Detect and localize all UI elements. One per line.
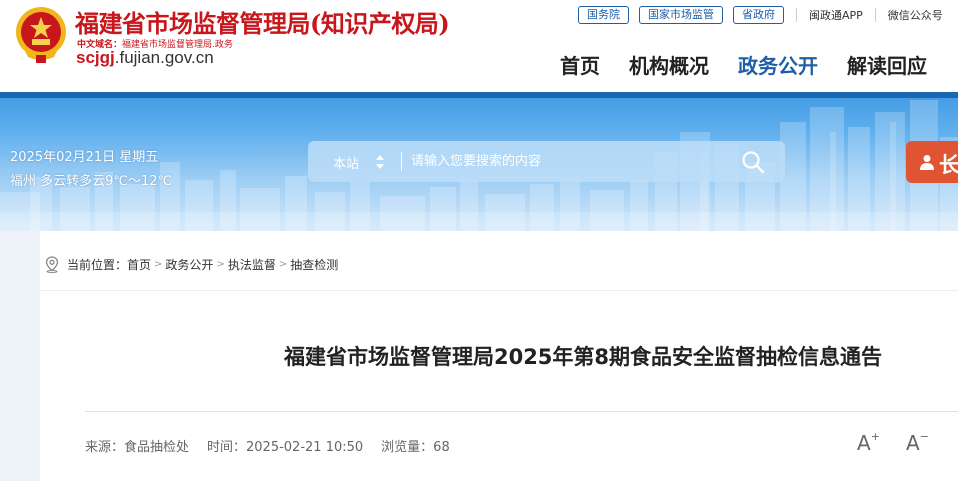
breadcrumb-item-home[interactable]: 首页: [127, 256, 151, 273]
site-url-rest: .fujian.gov.cn: [114, 48, 214, 67]
breadcrumb-separator-icon: >: [216, 258, 225, 270]
breadcrumb-item-law-enforcement[interactable]: 执法监督: [228, 256, 276, 273]
search-scope-select[interactable]: 本站: [333, 153, 359, 172]
site-url[interactable]: scjgj.fujian.gov.cn: [76, 48, 214, 68]
top-link-divider: [874, 8, 876, 22]
breadcrumb-separator-icon: >: [154, 258, 163, 270]
elder-service-button[interactable]: 长: [906, 141, 958, 183]
current-date: 2025年02月21日 星期五: [10, 150, 159, 165]
breadcrumb: 当前位置： 首页 > 政务公开 > 执法监督 > 抽查检测: [44, 254, 338, 274]
site-title[interactable]: 福建省市场监督管理局(知识产权局): [75, 4, 450, 39]
top-links: 国务院 国家市场监管 省政府 闽政通APP 微信公众号: [578, 5, 943, 25]
site-url-prefix: scjgj: [76, 48, 115, 67]
main-nav: 首页 机构概况 政务公开 解读回应: [560, 50, 956, 79]
breadcrumb-item-government-affairs[interactable]: 政务公开: [165, 256, 213, 273]
nav-item-government-affairs[interactable]: 政务公开: [738, 50, 818, 79]
breadcrumb-prefix: 当前位置：: [67, 257, 128, 272]
font-increase-button[interactable]: A+: [857, 430, 880, 455]
article-views: 浏览量：68: [381, 440, 450, 455]
font-decrease-label: A: [906, 431, 920, 455]
banner: 2025年02月21日 星期五 福州 多云转多云9℃～12℃ 本站 长: [0, 92, 958, 231]
minus-icon: −: [919, 430, 929, 444]
user-icon: [920, 155, 934, 170]
top-link-wechat[interactable]: 微信公众号: [888, 7, 943, 23]
breadcrumb-divider: [40, 290, 958, 291]
top-link-province[interactable]: 省政府: [733, 6, 784, 24]
font-decrease-button[interactable]: A−: [906, 430, 929, 455]
title-divider: [85, 411, 958, 412]
breadcrumb-separator-icon: >: [278, 258, 288, 270]
national-emblem-icon: [16, 7, 66, 63]
search-icon[interactable]: [741, 150, 765, 174]
nav-item-interpretation[interactable]: 解读回应: [847, 50, 927, 79]
top-link-state-council[interactable]: 国务院: [578, 6, 629, 24]
weather-info: 福州 多云转多云9℃～12℃: [10, 174, 173, 189]
article-source: 来源：食品抽检处: [85, 440, 190, 455]
article-time: 时间：2025-02-21 10:50: [207, 440, 364, 455]
breadcrumb-item-inspection[interactable]: 抽查检测: [290, 256, 338, 273]
article-title: 福建省市场监督管理局2025年第8期食品安全监督抽检信息通告: [283, 345, 883, 369]
search-divider: [401, 152, 402, 171]
elder-service-label: 长: [939, 153, 958, 177]
font-increase-label: A: [857, 431, 871, 455]
location-pin-icon: [45, 255, 59, 273]
nav-item-home[interactable]: 首页: [560, 50, 600, 79]
top-link-divider: [796, 8, 797, 22]
search-input[interactable]: [411, 149, 731, 174]
updown-arrows-icon[interactable]: [375, 154, 385, 170]
article-meta: 来源：食品抽检处 时间：2025-02-21 10:50 浏览量：68: [85, 436, 468, 455]
search-box: 本站: [308, 141, 785, 182]
nav-item-organization[interactable]: 机构概况: [629, 50, 709, 79]
top-link-samr[interactable]: 国家市场监管: [639, 6, 723, 24]
plus-icon: +: [870, 430, 880, 444]
top-link-app[interactable]: 闽政通APP: [809, 7, 863, 23]
site-header: 福建省市场监督管理局(知识产权局) 中文域名：福建省市场监督管理局.政务 scj…: [0, 0, 958, 92]
